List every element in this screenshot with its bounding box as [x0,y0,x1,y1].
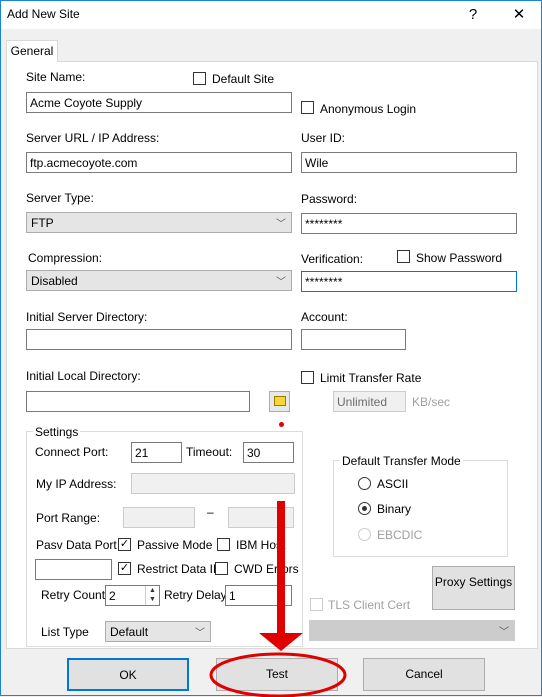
annotation-ellipse [209,652,347,697]
add-new-site-dialog: Add New Site ? ✕ General Site Name: Defa… [0,0,542,697]
annotation-arrow-head [259,633,303,651]
tab-general[interactable]: General [6,40,58,62]
annotation-arrow-shaft [277,501,285,636]
red-annotation [209,501,347,697]
